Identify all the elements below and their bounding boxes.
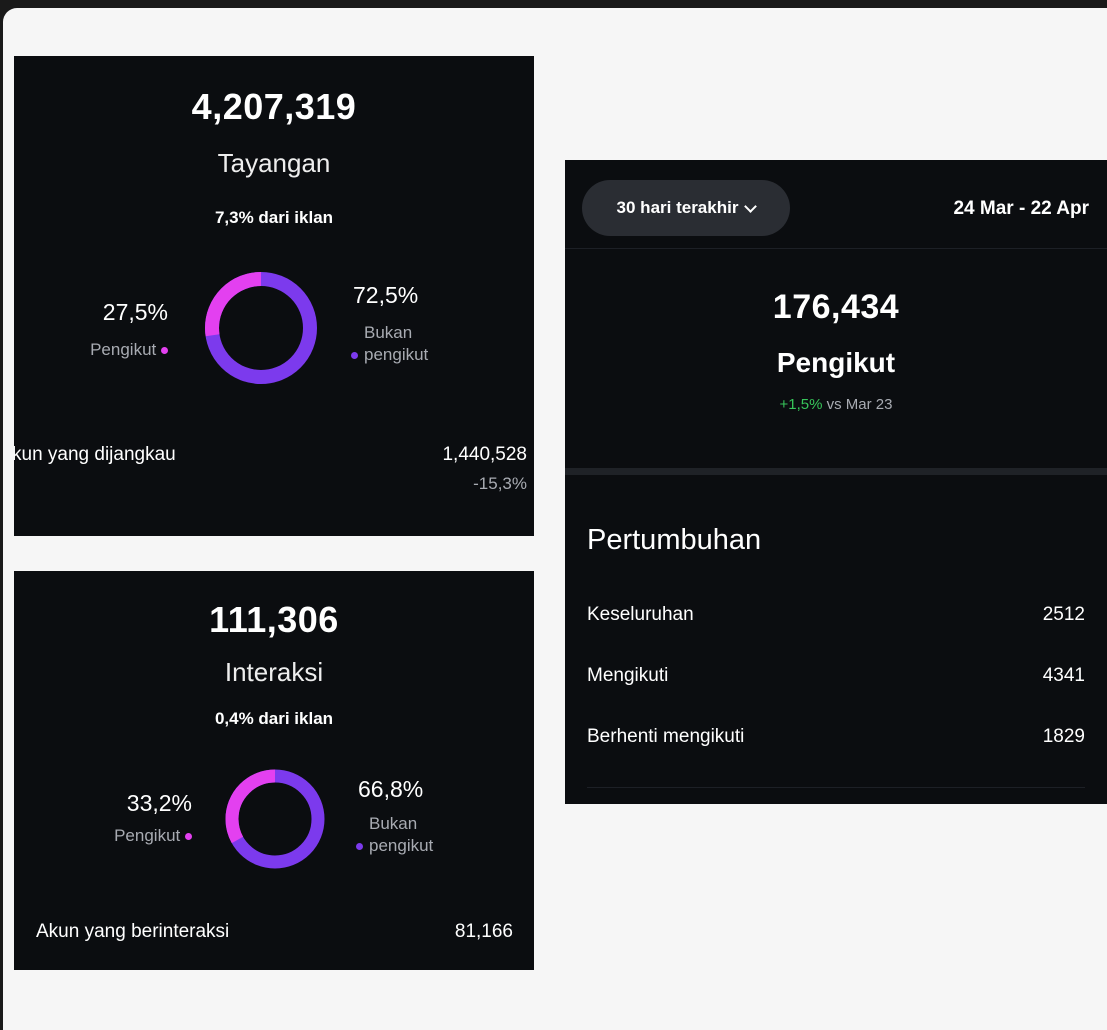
- views-total: 4,207,319: [191, 86, 357, 127]
- engaged-accounts-label: Akun yang berinteraksi: [36, 921, 230, 942]
- period-dropdown-label: 30 hari terakhir: [616, 198, 739, 217]
- period-dropdown-button[interactable]: 30 hari terakhir: [582, 180, 790, 236]
- growth-row-value: 4341: [1042, 665, 1085, 686]
- views-followers-legend: Pengikut: [90, 339, 168, 361]
- views-followers-label: Pengikut: [90, 340, 157, 359]
- engaged-accounts-value: 81,166: [454, 921, 513, 942]
- growth-row-label: Keseluruhan: [587, 604, 694, 625]
- section-divider: [565, 468, 1107, 475]
- header-divider: [565, 248, 1107, 249]
- growth-title: Pertumbuhan: [587, 524, 762, 556]
- followers-change-suffix: vs Mar 23: [826, 396, 893, 413]
- reach-value: 1,440,528: [442, 444, 527, 465]
- chevron-down-icon: [744, 199, 758, 213]
- views-card: 4,207,319 Tayangan 7,3% dari iklan 27,5%…: [14, 56, 534, 536]
- followers-label: Pengikut: [776, 347, 896, 378]
- followers-card: 30 hari terakhir 24 Mar - 22 Apr 176,434…: [565, 160, 1107, 804]
- views-non-followers-legend: Bukan pengikut: [351, 322, 428, 366]
- views-followers-pct: 27,5%: [102, 299, 168, 325]
- views-non-followers-label-2: pengikut: [364, 345, 429, 364]
- views-non-followers-pct: 72,5%: [353, 282, 419, 308]
- interactions-non-followers-legend: Bukan pengikut: [356, 813, 433, 857]
- purple-legend-dot-icon: [351, 352, 358, 360]
- growth-row-value: 2512: [1042, 604, 1085, 625]
- pink-legend-dot-icon: [185, 833, 192, 841]
- followers-change: +1,5% vs Mar 23: [565, 396, 1107, 413]
- interactions-non-followers-label-1: Bukan: [369, 814, 418, 833]
- reach-label: kun yang dijangkau: [14, 444, 176, 465]
- growth-row-label: Berhenti mengikuti: [587, 726, 745, 747]
- purple-legend-dot-icon: [356, 843, 363, 851]
- interactions-label: Interaksi: [224, 657, 324, 687]
- bottom-divider: [587, 787, 1085, 788]
- interactions-card: 111,306 Interaksi 0,4% dari iklan 33,2% …: [14, 571, 534, 970]
- interactions-followers-pct: 33,2%: [126, 790, 192, 816]
- followers-total: 176,434: [772, 288, 900, 326]
- interactions-followers-legend: Pengikut: [114, 825, 192, 847]
- growth-row-label: Mengikuti: [587, 665, 669, 686]
- interactions-non-followers-label-2: pengikut: [369, 836, 434, 855]
- date-range: 24 Mar - 22 Apr: [953, 198, 1089, 219]
- views-ads-note: 7,3% dari iklan: [214, 208, 334, 227]
- views-label: Tayangan: [217, 148, 331, 178]
- interactions-followers-label: Pengikut: [114, 826, 181, 845]
- followers-change-value: +1,5%: [779, 396, 823, 413]
- interactions-non-followers-pct: 66,8%: [358, 776, 424, 802]
- interactions-ads-note: 0,4% dari iklan: [214, 709, 334, 728]
- interactions-total: 111,306: [209, 599, 339, 640]
- reach-change: -15,3%: [473, 474, 527, 493]
- views-non-followers-label-1: Bukan: [364, 323, 413, 342]
- pink-legend-dot-icon: [161, 347, 168, 355]
- growth-row-value: 1829: [1042, 726, 1085, 747]
- views-donut-chart: [205, 272, 317, 384]
- interactions-donut-chart: [225, 769, 325, 869]
